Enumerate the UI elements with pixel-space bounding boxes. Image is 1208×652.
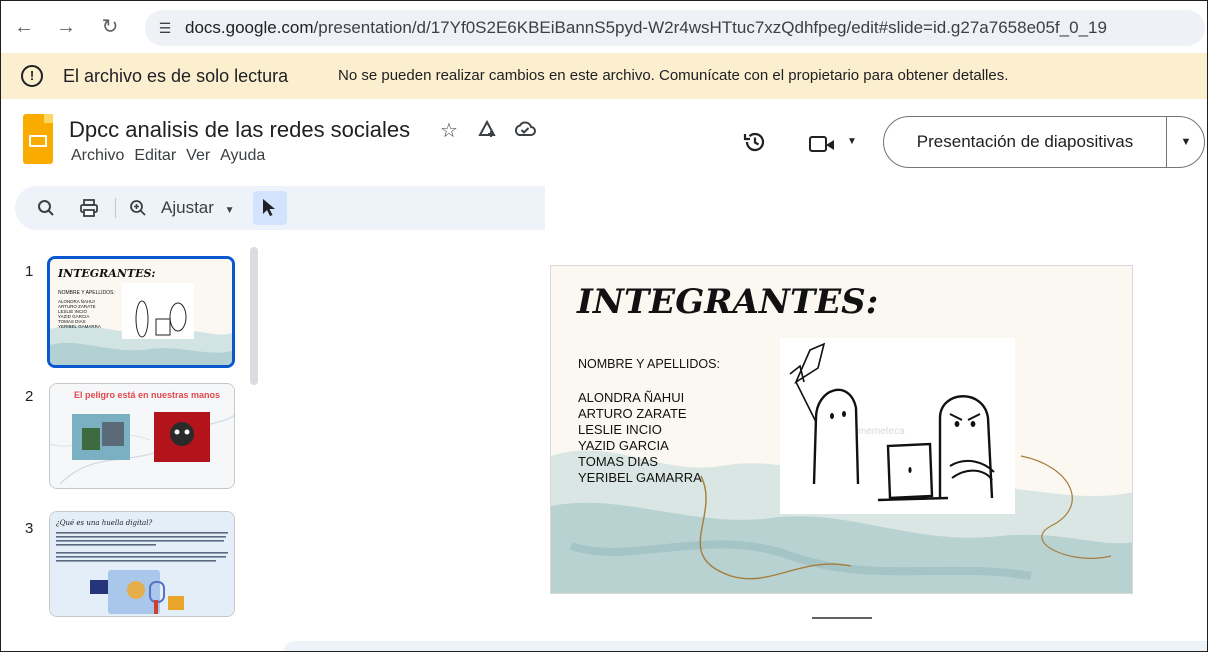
banner-message: No se pueden realizar cambios en este ar… [338, 67, 1009, 84]
current-slide[interactable]: INTEGRANTES: NOMBRE Y APELLIDOS: ALONDRA… [550, 265, 1133, 594]
version-history-icon[interactable] [740, 129, 770, 159]
url-path: /presentation/d/17Yf0S2E6KBEiBannS5pyd-W… [313, 18, 1107, 37]
reload-button[interactable]: ↻ [97, 14, 123, 40]
thumb-subtitle: NOMBRE Y APELLIDOS: [58, 290, 115, 296]
back-button[interactable]: ← [11, 14, 37, 40]
zoom-select[interactable]: Ajustar ▼ [161, 186, 243, 230]
url-host: docs.google.com [185, 18, 314, 37]
menu-editar[interactable]: Editar [134, 147, 176, 165]
member-name: TOMAS DIAS [578, 454, 658, 469]
zoom-label: Ajustar [161, 198, 214, 217]
zoom-icon[interactable] [125, 186, 151, 230]
svg-text:memeteca: memeteca [858, 426, 905, 437]
star-icon[interactable]: ☆ [435, 118, 463, 144]
slide-number: 1 [25, 263, 34, 280]
slideshow-button-group: Presentación de diapositivas ▼ [883, 116, 1205, 168]
member-name: LESLIE INCIO [578, 422, 662, 437]
move-to-drive-icon[interactable] [473, 118, 501, 144]
thumb-title: ¿Qué es una huella digital? [56, 519, 153, 527]
slideshow-button[interactable]: Presentación de diapositivas [884, 117, 1166, 167]
menu-ayuda[interactable]: Ayuda [220, 147, 265, 165]
slide-subtitle: NOMBRE Y APELLIDOS: [578, 357, 720, 371]
menu-archivo[interactable]: Archivo [71, 147, 124, 165]
toolbar-divider [115, 198, 116, 218]
slides-logo-icon[interactable] [23, 114, 53, 164]
slide-number: 2 [25, 388, 34, 405]
speaker-notes-panel[interactable] [283, 641, 1207, 651]
thumb-title: El peligro está en nuestras manos [74, 390, 221, 400]
info-icon: ! [21, 65, 43, 87]
slideshow-options-button[interactable]: ▼ [1167, 117, 1205, 167]
site-info-icon[interactable]: ☰ [153, 16, 177, 40]
search-icon[interactable] [33, 186, 59, 230]
address-bar: ← → ↻ ☰ docs.google.com/presentation/d/1… [1, 1, 1207, 53]
thumb-name: YERIBEL GAMARRA [58, 324, 101, 329]
banner-title: El archivo es de solo lectura [63, 66, 289, 86]
member-name: YERIBEL GAMARRA [578, 470, 702, 485]
read-only-banner: ! El archivo es de solo lectura No se pu… [1, 53, 1207, 99]
pointer-icon [263, 199, 275, 216]
toolbar: Ajustar ▼ [15, 186, 545, 230]
omnibox[interactable]: ☰ docs.google.com/presentation/d/17Yf0S2… [145, 10, 1205, 46]
menu-bar: Archivo Editar Ver Ayuda [71, 147, 275, 165]
slide-thumbnail-2[interactable]: El peligro está en nuestras manos [49, 383, 235, 489]
video-camera-icon [809, 136, 834, 152]
caret-down-icon: ▼ [224, 205, 235, 216]
slide-thumbnail-1[interactable]: INTEGRANTES: NOMBRE Y APELLIDOS: ALONDRA… [47, 256, 235, 368]
member-name: YAZID GARCIA [578, 438, 669, 453]
forward-button[interactable]: → [53, 14, 79, 40]
menu-ver[interactable]: Ver [186, 147, 210, 165]
slide-title: INTEGRANTES: [577, 282, 879, 322]
print-icon[interactable] [75, 186, 103, 230]
document-title[interactable]: Dpcc analisis de las redes sociales [69, 117, 410, 143]
cloud-status-icon[interactable] [511, 118, 539, 144]
title-actions: ☆ [435, 118, 539, 144]
member-name: ALONDRA ÑAHUI [578, 390, 685, 405]
caret-down-icon: ▼ [847, 136, 857, 147]
meme-illustration: memeteca [780, 338, 1015, 514]
browser-window: ← → ↻ ☰ docs.google.com/presentation/d/1… [0, 0, 1208, 652]
slide-thumbnail-3[interactable]: ¿Qué es una huella digital? [49, 511, 235, 617]
filmstrip-scrollbar[interactable] [250, 247, 258, 385]
url-text[interactable]: docs.google.com/presentation/d/17Yf0S2E6… [185, 10, 1107, 46]
member-name: ARTURO ZARATE [578, 406, 687, 421]
select-tool-button[interactable] [253, 191, 287, 225]
meet-button[interactable]: ▼ [801, 127, 863, 161]
speaker-notes-handle[interactable] [812, 617, 872, 619]
thumb-title: INTEGRANTES: [58, 267, 156, 280]
slide-number: 3 [25, 520, 34, 537]
